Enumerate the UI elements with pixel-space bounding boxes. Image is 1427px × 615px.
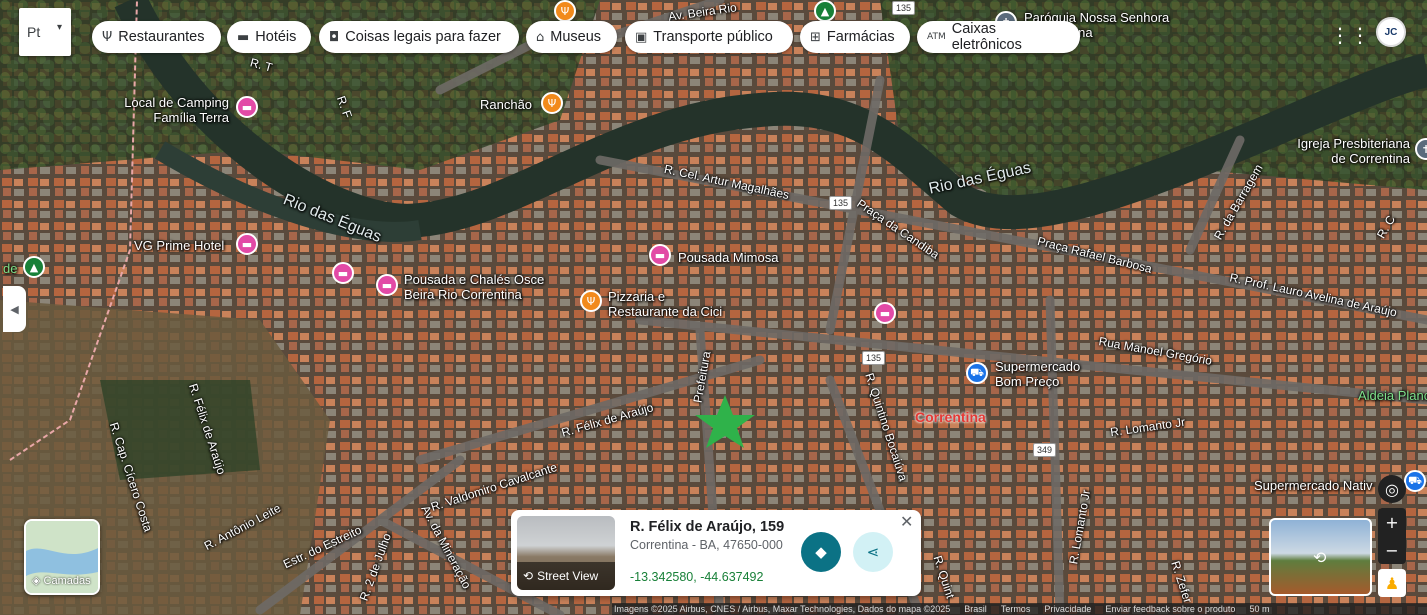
restaurant-pin-icon[interactable]: Ψ: [580, 290, 602, 312]
chip-transit[interactable]: ▣ Transporte público: [625, 21, 793, 53]
road-shield: 135: [892, 1, 916, 15]
layers-label: ◈ Camadas: [32, 575, 91, 587]
street-view-label: Street View: [537, 569, 599, 583]
road-shield: 135: [862, 351, 886, 365]
pharmacy-icon: ⊞: [810, 29, 821, 45]
poi-label[interactable]: Supermercado Bom Preço: [995, 359, 1080, 389]
road-shield: 135: [829, 196, 853, 210]
place-card: ⟲ Street View R. Félix de Araújo, 159 Co…: [511, 510, 921, 596]
chip-label: Museus: [550, 29, 602, 45]
poi-label[interactable]: VG Prime Hotel: [134, 238, 224, 253]
road-shield: 349: [1033, 443, 1057, 457]
bed-icon: ▬: [237, 29, 250, 45]
city-label: Correntina: [915, 409, 986, 425]
directions-icon: ◆: [815, 543, 827, 561]
hotel-pin-icon[interactable]: ▬: [376, 274, 398, 296]
street-view-icon: ⟲: [523, 569, 534, 583]
hotel-pin-icon[interactable]: ▬: [332, 262, 354, 284]
chip-museums[interactable]: ⌂ Museus: [526, 21, 617, 53]
chip-label: Transporte público: [653, 29, 773, 45]
zoom-out-button[interactable]: −: [1378, 536, 1406, 564]
shopping-cart-pin-icon[interactable]: ⛟: [966, 362, 988, 384]
area-label: Aldeia Planc: [1358, 388, 1427, 403]
collapse-panel-button[interactable]: ◀: [3, 286, 26, 332]
street-view-preview[interactable]: ⟲: [1269, 518, 1372, 596]
chip-things-to-do[interactable]: ◘ Coisas legais para fazer: [319, 21, 519, 53]
poi-label[interactable]: Ranchão: [480, 97, 532, 112]
layers-icon: ◈: [32, 575, 41, 587]
poi-label[interactable]: Igreja Presbiteriana de Correntina: [1288, 136, 1410, 166]
chip-label: Caixas eletrônicos: [951, 21, 1022, 53]
chevron-left-icon: ◀: [10, 303, 19, 316]
avatar[interactable]: JC: [1376, 17, 1406, 47]
shopping-cart-pin-icon[interactable]: ⛟: [1404, 470, 1426, 492]
poi-label[interactable]: Pizzaria e Restaurante da Cici: [608, 289, 722, 319]
footer-link-feedback[interactable]: Enviar feedback sobre o produto: [1105, 604, 1235, 614]
street-view-thumbnail[interactable]: ⟲ Street View: [517, 516, 615, 590]
location-target-icon: ◎: [1385, 479, 1399, 499]
park-pin-icon[interactable]: ▲: [23, 256, 45, 278]
chip-restaurants[interactable]: Ψ Restaurantes: [92, 21, 221, 53]
chip-hotels[interactable]: ▬ Hotéis: [227, 21, 311, 53]
museum-icon: ⌂: [536, 29, 545, 45]
zoom-in-button[interactable]: +: [1378, 508, 1406, 536]
footer-link-country[interactable]: Brasil: [964, 604, 987, 614]
close-icon[interactable]: ✕: [900, 512, 913, 531]
directions-button[interactable]: ◆: [801, 532, 841, 572]
chip-label: Hotéis: [255, 29, 297, 45]
footer-link-terms[interactable]: Termos: [1001, 604, 1031, 614]
restaurant-pin-icon[interactable]: Ψ: [541, 92, 563, 114]
street-view-overlay: ⟲ Street View: [517, 562, 615, 590]
camera-icon: ◘: [329, 29, 340, 45]
place-address: Correntina - BA, 47650-000: [630, 538, 783, 552]
chip-atms[interactable]: ATM Caixas eletrônicos: [917, 21, 1080, 53]
place-coordinates[interactable]: -13.342580, -44.637492: [630, 570, 763, 584]
footer-link-privacy[interactable]: Privacidade: [1044, 604, 1091, 614]
chip-pharmacies[interactable]: ⊞ Farmácias: [800, 21, 910, 53]
rotate-360-icon: ⟲: [1313, 548, 1327, 567]
poi-label[interactable]: Local de Camping Família Terra: [117, 95, 229, 125]
atm-icon: ATM: [927, 32, 946, 42]
attribution-text: Imagens ©2025 Airbus, CNES / Airbus, Max…: [614, 604, 951, 614]
poi-label[interactable]: Pousada Mimosa: [678, 250, 778, 265]
restaurant-pin-icon[interactable]: Ψ: [554, 0, 576, 22]
hotel-pin-icon[interactable]: ▬: [874, 302, 896, 324]
poi-label[interactable]: de: [3, 261, 17, 276]
hotel-pin-icon[interactable]: ▬: [236, 96, 258, 118]
poi-label[interactable]: Supermercado Nativ: [1254, 478, 1373, 493]
chip-label: Farmácias: [826, 29, 895, 45]
share-button[interactable]: ⋖: [853, 532, 893, 572]
hotel-pin-icon[interactable]: ▬: [236, 233, 258, 255]
map-footer: Imagens ©2025 Airbus, CNES / Airbus, Max…: [612, 603, 1427, 615]
train-icon: ▣: [635, 29, 648, 45]
chip-label: Coisas legais para fazer: [345, 29, 501, 45]
scale-label[interactable]: 50 m: [1249, 604, 1269, 614]
hotel-pin-icon[interactable]: ▬: [649, 244, 671, 266]
park-pin-icon[interactable]: ▲: [814, 0, 836, 22]
place-title: R. Félix de Araújo, 159: [630, 519, 785, 535]
fork-knife-icon: Ψ: [102, 29, 113, 45]
language-button[interactable]: Pt ▾: [19, 8, 71, 56]
layers-button[interactable]: ◈ Camadas: [24, 519, 100, 595]
pegman-icon[interactable]: ♟: [1378, 569, 1406, 597]
poi-label[interactable]: Pousada e Chalés Osce Beira Rio Correnti…: [404, 272, 544, 302]
language-label: Pt: [27, 24, 41, 40]
my-location-button[interactable]: ◎: [1378, 475, 1406, 503]
chip-label: Restaurantes: [118, 29, 205, 45]
apps-grid-icon[interactable]: ⋮⋮: [1330, 22, 1370, 48]
share-icon: ⋖: [866, 543, 880, 561]
chevron-down-icon: ▾: [57, 22, 63, 33]
